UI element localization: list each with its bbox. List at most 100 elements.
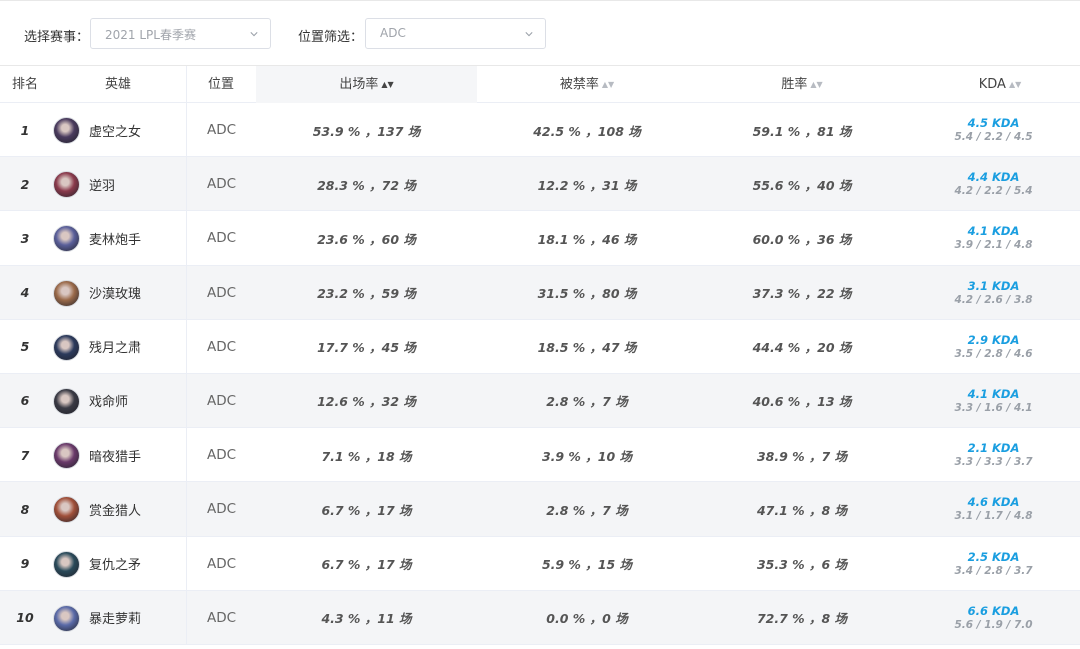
table-row[interactable]: 8 赏金猎人 ADC 6.7 % ，17 场 2.8 % ，7 场 47.1 %… [0, 482, 1080, 537]
pick-rate-value: 4.3 % ，11 场 [321, 611, 412, 627]
position-select[interactable]: ADC [365, 18, 546, 49]
rank-number: 4 [20, 285, 30, 301]
win-rate-value: 47.1 % ，8 场 [756, 502, 848, 518]
table-row[interactable]: 9 复仇之矛 ADC 6.7 % ，17 场 5.9 % ，15 场 35.3 … [0, 536, 1080, 591]
hero-avatar[interactable] [53, 117, 80, 144]
hero-name[interactable]: 麦林炮手 [89, 211, 141, 265]
win-rate-value: 59.1 % ，81 场 [752, 123, 852, 139]
pick-rate-value: 17.7 % ，45 场 [317, 340, 416, 356]
table-row[interactable]: 6 戏命师 ADC 12.6 % ，32 场 2.8 % ，7 场 40.6 %… [0, 373, 1080, 429]
kda-cell: 4.5 KDA 5.4 / 2.2 / 4.5 [907, 103, 1080, 157]
table-row[interactable]: 7 暗夜猎手 ADC 7.1 % ，18 场 3.9 % ，10 场 38.9 … [0, 428, 1080, 483]
kda-cell: 4.4 KDA 4.2 / 2.2 / 5.4 [907, 157, 1080, 211]
hero-position: ADC [207, 230, 237, 247]
kda-value: 4.4 KDA [967, 170, 1020, 185]
rank-number: 8 [20, 501, 30, 517]
column-divider [186, 482, 187, 536]
hero-avatar[interactable] [53, 225, 80, 253]
hero-avatar[interactable] [53, 604, 80, 632]
hero-avatar[interactable] [53, 171, 80, 199]
table-row[interactable]: 1 虚空之女 ADC 53.9 % ，137 场 42.5 % ，108 场 5… [0, 103, 1080, 158]
win-rate-value: 40.6 % ，13 场 [752, 394, 852, 410]
kda-value: 4.5 KDA [967, 116, 1020, 130]
hero-name[interactable]: 虚空之女 [89, 103, 141, 157]
kda-value: 6.6 KDA [967, 603, 1020, 618]
hero-name[interactable]: 暴走萝莉 [89, 591, 141, 645]
hero-position: ADC [207, 501, 237, 518]
table-row[interactable]: 2 逆羽 ADC 28.3 % ，72 场 12.2 % ，31 场 55.6 … [0, 157, 1080, 212]
column-header-ban-rate[interactable]: 被禁率 ▲▼ [477, 66, 697, 103]
hero-name[interactable]: 戏命师 [89, 374, 128, 428]
ban-rate-value: 3.9 % ，10 场 [541, 448, 633, 464]
hero-avatar[interactable] [53, 496, 80, 524]
sort-icon: ▲▼ [810, 80, 823, 89]
ban-rate-value: 2.8 % ，7 场 [546, 502, 628, 518]
column-divider [186, 103, 187, 157]
column-header-hero: 英雄 [104, 77, 131, 92]
hero-name[interactable]: 残月之肃 [89, 320, 141, 374]
hero-avatar[interactable] [53, 279, 80, 307]
hero-name[interactable]: 复仇之矛 [89, 537, 141, 591]
kda-cell: 2.1 KDA 3.3 / 3.3 / 3.7 [907, 428, 1080, 482]
kda-cell: 4.1 KDA 3.3 / 1.6 / 4.1 [907, 374, 1080, 428]
ban-rate-value: 18.5 % ，47 场 [537, 340, 637, 356]
table-row[interactable]: 5 残月之肃 ADC 17.7 % ，45 场 18.5 % ，47 场 44.… [0, 319, 1080, 374]
hero-avatar[interactable] [53, 387, 80, 415]
win-rate-value: 38.9 % ，7 场 [756, 448, 848, 464]
rank-number: 3 [20, 230, 30, 246]
kda-cell: 2.9 KDA 3.5 / 2.8 / 4.6 [907, 320, 1080, 374]
table-row[interactable]: 3 麦林炮手 ADC 23.6 % ，60 场 18.1 % ，46 场 60.… [0, 211, 1080, 266]
event-filter-label: 选择赛事： [24, 30, 90, 45]
column-header-kda[interactable]: KDA ▲▼ [907, 66, 1080, 103]
chevron-down-icon [250, 32, 258, 37]
column-divider [186, 373, 187, 428]
win-rate-value: 60.0 % ，36 场 [752, 231, 852, 247]
win-rate-value: 35.3 % ，6 场 [756, 557, 848, 572]
hero-name[interactable]: 赏金猎人 [89, 482, 141, 536]
kda-value: 4.6 KDA [967, 495, 1020, 510]
pick-rate-value: 12.6 % ，32 场 [317, 394, 416, 410]
column-divider [186, 536, 187, 590]
column-divider [186, 211, 187, 265]
column-header-win-rate[interactable]: 胜率 ▲▼ [697, 66, 907, 103]
kda-value: 2.9 KDA [967, 332, 1020, 347]
rank-number: 6 [20, 393, 30, 409]
column-divider [186, 590, 187, 644]
kda-value: 4.1 KDA [967, 386, 1020, 401]
win-rate-value: 44.4 % ，20 场 [752, 340, 852, 356]
hero-position: ADC [207, 447, 237, 464]
hero-name[interactable]: 沙漠玫瑰 [89, 266, 141, 320]
pick-rate-value: 6.7 % ，17 场 [321, 502, 412, 518]
pick-rate-value: 23.6 % ，60 场 [317, 231, 416, 247]
chevron-down-icon [525, 32, 533, 37]
kda-value: 2.5 KDA [967, 549, 1020, 564]
hero-avatar[interactable] [53, 550, 80, 578]
pick-rate-value: 6.7 % ，17 场 [321, 557, 412, 572]
kda-detail: 3.5 / 2.8 / 4.6 [954, 347, 1033, 360]
column-header-pick-rate[interactable]: 出场率 ▲▼ [256, 66, 477, 103]
kda-detail: 3.4 / 2.8 / 3.7 [954, 564, 1033, 577]
kda-cell: 4.1 KDA 3.9 / 2.1 / 4.8 [907, 211, 1080, 265]
hero-position: ADC [207, 338, 237, 355]
hero-name[interactable]: 暗夜猎手 [89, 428, 141, 482]
pick-rate-value: 28.3 % ，72 场 [317, 177, 416, 193]
column-header-rank: 排名 [11, 77, 38, 92]
table-row[interactable]: 4 沙漠玫瑰 ADC 23.2 % ，59 场 31.5 % ，80 场 37.… [0, 265, 1080, 320]
hero-name[interactable]: 逆羽 [89, 157, 115, 211]
hero-avatar[interactable] [53, 333, 80, 361]
win-rate-value: 37.3 % ，22 场 [752, 286, 852, 302]
hero-avatar[interactable] [53, 442, 80, 470]
kda-cell: 2.5 KDA 3.4 / 2.8 / 3.7 [907, 537, 1080, 591]
kda-detail: 3.3 / 1.6 / 4.1 [954, 401, 1033, 414]
ban-rate-value: 42.5 % ，108 场 [533, 123, 641, 139]
event-select[interactable]: 2021 LPL春季赛 [90, 18, 271, 49]
table-row[interactable]: 10 暴走萝莉 ADC 4.3 % ，11 场 0.0 % ，0 场 72.7 … [0, 590, 1080, 645]
kda-detail: 4.2 / 2.2 / 5.4 [954, 185, 1033, 198]
sort-icon: ▲▼ [1008, 80, 1022, 89]
kda-detail: 3.9 / 2.1 / 4.8 [954, 239, 1033, 252]
column-header-position: 位置 [207, 77, 234, 92]
ban-rate-value: 0.0 % ，0 场 [546, 611, 628, 627]
pick-rate-value: 53.9 % ，137 场 [312, 123, 421, 139]
rank-number: 10 [16, 610, 34, 626]
win-rate-value: 55.6 % ，40 场 [752, 177, 852, 193]
